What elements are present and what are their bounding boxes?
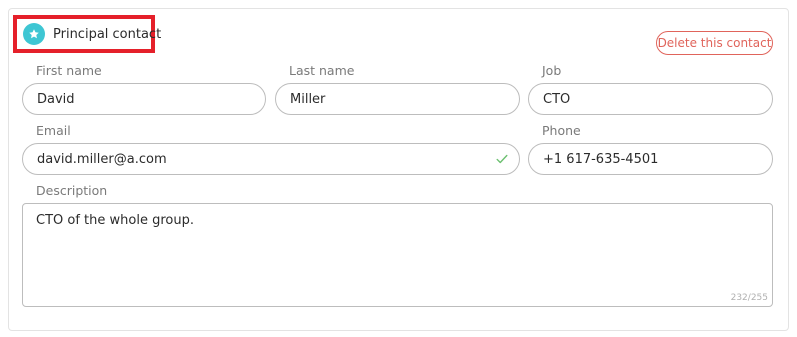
first-name-label: First name (36, 63, 102, 78)
description-label: Description (36, 183, 108, 198)
email-input[interactable]: david.miller@a.com (22, 143, 520, 175)
star-icon (23, 23, 45, 45)
principal-contact-label: Principal contact (53, 26, 162, 42)
job-label: Job (542, 63, 562, 78)
last-name-value: Miller (290, 91, 326, 107)
description-value: CTO of the whole group. (36, 213, 194, 228)
last-name-label: Last name (289, 63, 355, 78)
email-value: david.miller@a.com (37, 151, 167, 167)
phone-label: Phone (542, 123, 581, 138)
check-icon (496, 154, 508, 164)
description-textarea[interactable]: CTO of the whole group. 232/255 (22, 203, 773, 307)
email-label: Email (36, 123, 71, 138)
principal-contact-toggle[interactable]: Principal contact (13, 15, 161, 53)
phone-value: +1 617-635-4501 (543, 151, 659, 167)
delete-contact-button[interactable]: Delete this contact (656, 31, 773, 55)
character-counter: 232/255 (730, 293, 768, 303)
job-value: CTO (543, 91, 571, 107)
first-name-value: David (37, 91, 75, 107)
last-name-input[interactable]: Miller (275, 83, 520, 115)
first-name-input[interactable]: David (22, 83, 266, 115)
job-input[interactable]: CTO (528, 83, 773, 115)
phone-input[interactable]: +1 617-635-4501 (528, 143, 773, 175)
